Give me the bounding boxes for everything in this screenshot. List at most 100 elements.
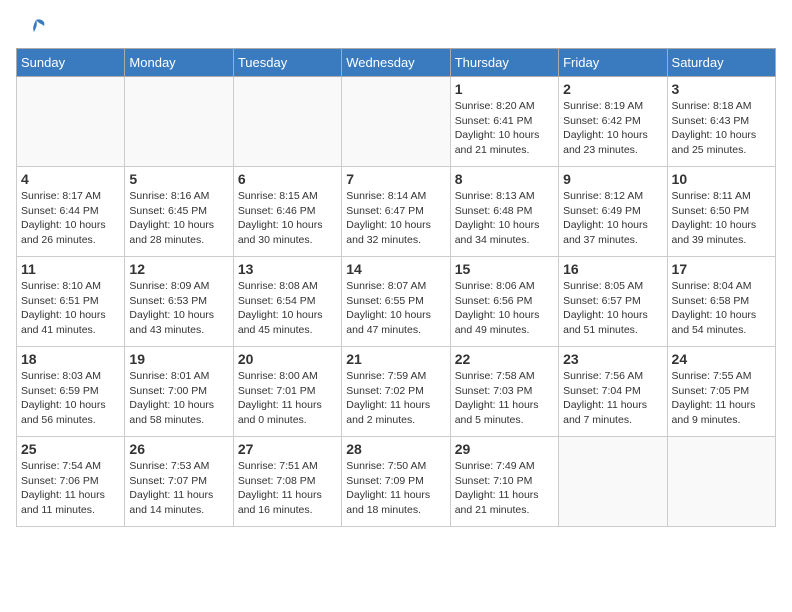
header-tuesday: Tuesday	[233, 49, 341, 77]
calendar-cell: 23 Sunrise: 7:56 AMSunset: 7:04 PMDayligh…	[559, 347, 667, 437]
day-info: Sunrise: 8:06 AMSunset: 6:56 PMDaylight:…	[455, 279, 554, 338]
day-number: 23	[563, 351, 662, 367]
day-number: 6	[238, 171, 337, 187]
calendar-cell: 26 Sunrise: 7:53 AMSunset: 7:07 PMDayligh…	[125, 437, 233, 527]
header-thursday: Thursday	[450, 49, 558, 77]
day-info: Sunrise: 7:50 AMSunset: 7:09 PMDaylight:…	[346, 459, 445, 518]
calendar-cell: 6 Sunrise: 8:15 AMSunset: 6:46 PMDaylight…	[233, 167, 341, 257]
day-number: 11	[21, 261, 120, 277]
week-row-1: 4 Sunrise: 8:17 AMSunset: 6:44 PMDaylight…	[17, 167, 776, 257]
calendar-header-row: SundayMondayTuesdayWednesdayThursdayFrid…	[17, 49, 776, 77]
calendar-cell: 21 Sunrise: 7:59 AMSunset: 7:02 PMDayligh…	[342, 347, 450, 437]
day-number: 2	[563, 81, 662, 97]
day-number: 14	[346, 261, 445, 277]
day-info: Sunrise: 7:59 AMSunset: 7:02 PMDaylight:…	[346, 369, 445, 428]
calendar-cell: 3 Sunrise: 8:18 AMSunset: 6:43 PMDaylight…	[667, 77, 775, 167]
day-info: Sunrise: 7:53 AMSunset: 7:07 PMDaylight:…	[129, 459, 228, 518]
day-number: 4	[21, 171, 120, 187]
day-number: 20	[238, 351, 337, 367]
day-info: Sunrise: 8:00 AMSunset: 7:01 PMDaylight:…	[238, 369, 337, 428]
calendar-cell: 18 Sunrise: 8:03 AMSunset: 6:59 PMDayligh…	[17, 347, 125, 437]
day-info: Sunrise: 7:55 AMSunset: 7:05 PMDaylight:…	[672, 369, 771, 428]
calendar-cell: 8 Sunrise: 8:13 AMSunset: 6:48 PMDaylight…	[450, 167, 558, 257]
day-info: Sunrise: 8:19 AMSunset: 6:42 PMDaylight:…	[563, 99, 662, 158]
day-number: 3	[672, 81, 771, 97]
header-wednesday: Wednesday	[342, 49, 450, 77]
day-info: Sunrise: 7:51 AMSunset: 7:08 PMDaylight:…	[238, 459, 337, 518]
day-number: 13	[238, 261, 337, 277]
calendar-cell: 2 Sunrise: 8:19 AMSunset: 6:42 PMDaylight…	[559, 77, 667, 167]
day-number: 1	[455, 81, 554, 97]
week-row-2: 11 Sunrise: 8:10 AMSunset: 6:51 PMDayligh…	[17, 257, 776, 347]
calendar-cell	[342, 77, 450, 167]
day-info: Sunrise: 7:56 AMSunset: 7:04 PMDaylight:…	[563, 369, 662, 428]
calendar-cell: 24 Sunrise: 7:55 AMSunset: 7:05 PMDayligh…	[667, 347, 775, 437]
day-info: Sunrise: 8:18 AMSunset: 6:43 PMDaylight:…	[672, 99, 771, 158]
day-number: 26	[129, 441, 228, 457]
day-info: Sunrise: 8:10 AMSunset: 6:51 PMDaylight:…	[21, 279, 120, 338]
day-number: 24	[672, 351, 771, 367]
calendar-cell: 14 Sunrise: 8:07 AMSunset: 6:55 PMDayligh…	[342, 257, 450, 347]
header-friday: Friday	[559, 49, 667, 77]
calendar-cell: 1 Sunrise: 8:20 AMSunset: 6:41 PMDaylight…	[450, 77, 558, 167]
calendar-cell: 29 Sunrise: 7:49 AMSunset: 7:10 PMDayligh…	[450, 437, 558, 527]
day-number: 9	[563, 171, 662, 187]
calendar-cell: 13 Sunrise: 8:08 AMSunset: 6:54 PMDayligh…	[233, 257, 341, 347]
week-row-3: 18 Sunrise: 8:03 AMSunset: 6:59 PMDayligh…	[17, 347, 776, 437]
day-info: Sunrise: 8:05 AMSunset: 6:57 PMDaylight:…	[563, 279, 662, 338]
calendar-cell: 12Sunrise: 8:09 AMSunset: 6:53 PMDayligh…	[125, 257, 233, 347]
calendar-table: SundayMondayTuesdayWednesdayThursdayFrid…	[16, 48, 776, 527]
day-info: Sunrise: 8:09 AMSunset: 6:53 PMDaylight:…	[129, 279, 228, 338]
calendar-cell: 22 Sunrise: 7:58 AMSunset: 7:03 PMDayligh…	[450, 347, 558, 437]
day-info: Sunrise: 8:07 AMSunset: 6:55 PMDaylight:…	[346, 279, 445, 338]
day-number: 8	[455, 171, 554, 187]
calendar-cell: 27Sunrise: 7:51 AMSunset: 7:08 PMDayligh…	[233, 437, 341, 527]
day-info: Sunrise: 7:49 AMSunset: 7:10 PMDaylight:…	[455, 459, 554, 518]
day-number: 29	[455, 441, 554, 457]
day-number: 10	[672, 171, 771, 187]
calendar-cell: 20 Sunrise: 8:00 AMSunset: 7:01 PMDayligh…	[233, 347, 341, 437]
calendar-cell: 28 Sunrise: 7:50 AMSunset: 7:09 PMDayligh…	[342, 437, 450, 527]
calendar-cell	[233, 77, 341, 167]
calendar-cell: 25Sunrise: 7:54 AMSunset: 7:06 PMDayligh…	[17, 437, 125, 527]
calendar-cell: 7Sunrise: 8:14 AMSunset: 6:47 PMDaylight…	[342, 167, 450, 257]
logo	[16, 16, 52, 40]
header-saturday: Saturday	[667, 49, 775, 77]
day-number: 5	[129, 171, 228, 187]
day-info: Sunrise: 8:01 AMSunset: 7:00 PMDaylight:…	[129, 369, 228, 428]
calendar-cell	[17, 77, 125, 167]
day-number: 15	[455, 261, 554, 277]
day-info: Sunrise: 8:12 AMSunset: 6:49 PMDaylight:…	[563, 189, 662, 248]
day-number: 21	[346, 351, 445, 367]
day-info: Sunrise: 8:20 AMSunset: 6:41 PMDaylight:…	[455, 99, 554, 158]
calendar-cell: 5 Sunrise: 8:16 AMSunset: 6:45 PMDaylight…	[125, 167, 233, 257]
header-sunday: Sunday	[17, 49, 125, 77]
calendar-cell: 16Sunrise: 8:05 AMSunset: 6:57 PMDayligh…	[559, 257, 667, 347]
calendar-cell	[125, 77, 233, 167]
calendar-cell: 19 Sunrise: 8:01 AMSunset: 7:00 PMDayligh…	[125, 347, 233, 437]
calendar-cell: 4 Sunrise: 8:17 AMSunset: 6:44 PMDaylight…	[17, 167, 125, 257]
header	[16, 16, 776, 40]
day-number: 18	[21, 351, 120, 367]
day-info: Sunrise: 7:58 AMSunset: 7:03 PMDaylight:…	[455, 369, 554, 428]
day-number: 28	[346, 441, 445, 457]
calendar-cell: 10 Sunrise: 8:11 AMSunset: 6:50 PMDayligh…	[667, 167, 775, 257]
calendar-cell: 11 Sunrise: 8:10 AMSunset: 6:51 PMDayligh…	[17, 257, 125, 347]
day-info: Sunrise: 8:17 AMSunset: 6:44 PMDaylight:…	[21, 189, 120, 248]
logo-bird-icon	[16, 16, 48, 40]
header-monday: Monday	[125, 49, 233, 77]
calendar-cell: 17 Sunrise: 8:04 AMSunset: 6:58 PMDayligh…	[667, 257, 775, 347]
day-number: 17	[672, 261, 771, 277]
day-info: Sunrise: 8:03 AMSunset: 6:59 PMDaylight:…	[21, 369, 120, 428]
calendar-cell	[559, 437, 667, 527]
day-info: Sunrise: 8:11 AMSunset: 6:50 PMDaylight:…	[672, 189, 771, 248]
day-info: Sunrise: 8:08 AMSunset: 6:54 PMDaylight:…	[238, 279, 337, 338]
day-info: Sunrise: 8:15 AMSunset: 6:46 PMDaylight:…	[238, 189, 337, 248]
day-info: Sunrise: 8:04 AMSunset: 6:58 PMDaylight:…	[672, 279, 771, 338]
week-row-0: 1 Sunrise: 8:20 AMSunset: 6:41 PMDaylight…	[17, 77, 776, 167]
day-number: 19	[129, 351, 228, 367]
day-number: 7	[346, 171, 445, 187]
day-info: Sunrise: 8:13 AMSunset: 6:48 PMDaylight:…	[455, 189, 554, 248]
day-number: 22	[455, 351, 554, 367]
day-info: Sunrise: 8:16 AMSunset: 6:45 PMDaylight:…	[129, 189, 228, 248]
